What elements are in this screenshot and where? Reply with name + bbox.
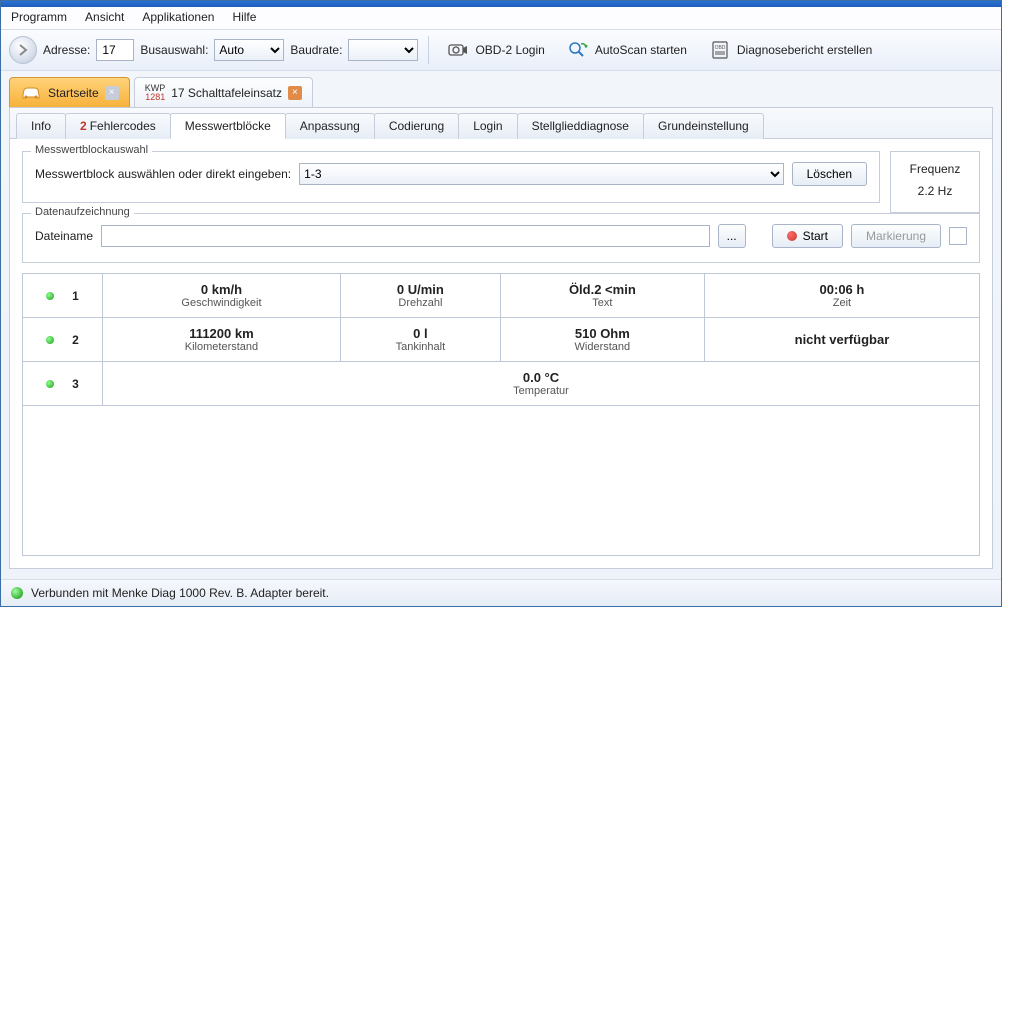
status-text: Verbunden mit Menke Diag 1000 Rev. B. Ad…: [31, 586, 329, 600]
tab-ecu[interactable]: KWP 1281 17 Schalttafeleinsatz ×: [134, 77, 313, 107]
cell-zeit: 00:06 hZeit: [704, 274, 979, 318]
dateiname-input[interactable]: [101, 225, 710, 247]
start-button[interactable]: Start: [772, 224, 843, 248]
subtab-fehlercodes[interactable]: 2Fehlercodes: [65, 113, 171, 139]
diagnose-report-label: Diagnosebericht erstellen: [737, 43, 872, 57]
mwb-label: Messwertblock auswählen oder direkt eing…: [35, 167, 291, 181]
app-window: Programm Ansicht Applikationen Hilfe Adr…: [0, 0, 1002, 607]
frequenz-box: Frequenz 2.2 Hz: [890, 151, 980, 213]
connection-status-icon: [11, 587, 23, 599]
magnifier-icon: [567, 40, 589, 60]
mwb-legend: Messwertblockauswahl: [31, 144, 152, 156]
status-dot-icon: [46, 336, 54, 344]
mwb-select-fieldset: Messwertblockauswahl Messwertblock auswä…: [22, 151, 880, 203]
obd-login-label: OBD-2 Login: [475, 43, 544, 57]
subtab-stellglied[interactable]: Stellglieddiagnose: [517, 113, 644, 139]
statusbar: Verbunden mit Menke Diag 1000 Rev. B. Ad…: [1, 579, 1001, 606]
cell-text: Öld.2 <minText: [500, 274, 704, 318]
subtab-codierung[interactable]: Codierung: [374, 113, 459, 139]
table-row: 3 0.0 °CTemperatur: [23, 362, 980, 406]
messwert-pane: Messwertblockauswahl Messwertblock auswä…: [10, 139, 992, 568]
ecu-panel: Info 2Fehlercodes Messwertblöcke Anpassu…: [9, 107, 993, 569]
obd-login-button[interactable]: OBD-2 Login: [439, 36, 552, 64]
menu-applikationen[interactable]: Applikationen: [142, 10, 214, 24]
status-dot-icon: [46, 380, 54, 388]
row-index-cell: 2: [23, 318, 103, 362]
adresse-input[interactable]: [96, 39, 134, 61]
busauswahl-label: Busauswahl:: [140, 43, 208, 57]
top-tabs: Startseite × KWP 1281 17 Schalttafeleins…: [9, 77, 993, 107]
svg-text:OBD: OBD: [714, 45, 725, 51]
menu-ansicht[interactable]: Ansicht: [85, 10, 124, 24]
frequenz-legend: Frequenz: [903, 162, 967, 176]
menu-programm[interactable]: Programm: [11, 10, 67, 24]
recording-fieldset: Datenaufzeichnung Dateiname ... Start Ma…: [22, 213, 980, 263]
loeschen-button[interactable]: Löschen: [792, 162, 867, 186]
cell-temperatur: 0.0 °CTemperatur: [103, 362, 980, 406]
mwb-select[interactable]: 1-3: [299, 163, 783, 185]
cell-kilometerstand: 111200 kmKilometerstand: [103, 318, 341, 362]
table-row: 2 111200 kmKilometerstand 0 lTankinhalt …: [23, 318, 980, 362]
adresse-label: Adresse:: [43, 43, 90, 57]
close-icon[interactable]: ×: [105, 86, 119, 100]
diagnose-report-button[interactable]: OBD Diagnosebericht erstellen: [701, 36, 880, 64]
row-index-cell: 1: [23, 274, 103, 318]
record-icon: [787, 231, 797, 241]
status-dot-icon: [46, 292, 54, 300]
subtab-grundeinstellung[interactable]: Grundeinstellung: [643, 113, 764, 139]
dateiname-label: Dateiname: [35, 229, 93, 243]
frequenz-value: 2.2 Hz: [903, 184, 967, 198]
busauswahl-select[interactable]: Auto: [214, 39, 284, 61]
markierung-button[interactable]: Markierung: [851, 224, 941, 248]
row-index-cell: 3: [23, 362, 103, 406]
toolbar: Adresse: Busauswahl: Auto Baudrate: OBD-…: [1, 30, 1001, 71]
separator: [428, 36, 429, 64]
cell-tankinhalt: 0 lTankinhalt: [340, 318, 500, 362]
close-icon[interactable]: ×: [288, 86, 302, 100]
cell-nicht-verfuegbar: nicht verfügbar: [704, 318, 979, 362]
autoscan-button[interactable]: AutoScan starten: [559, 36, 695, 64]
autoscan-label: AutoScan starten: [595, 43, 687, 57]
camera-icon: [447, 40, 469, 60]
subtab-info[interactable]: Info: [16, 113, 66, 139]
subtab-anpassung[interactable]: Anpassung: [285, 113, 375, 139]
empty-area: [22, 406, 980, 556]
subtab-messwertbloecke[interactable]: Messwertblöcke: [170, 113, 286, 139]
subtab-login[interactable]: Login: [458, 113, 517, 139]
tab-ecu-protocol: KWP 1281: [145, 84, 166, 102]
nav-forward-button[interactable]: [9, 36, 37, 64]
baudrate-label: Baudrate:: [290, 43, 342, 57]
cell-widerstand: 510 OhmWiderstand: [500, 318, 704, 362]
cell-drehzahl: 0 U/minDrehzahl: [340, 274, 500, 318]
tab-startseite[interactable]: Startseite ×: [9, 77, 130, 107]
content-area: Startseite × KWP 1281 17 Schalttafeleins…: [1, 71, 1001, 579]
cell-geschwindigkeit: 0 km/hGeschwindigkeit: [103, 274, 341, 318]
baudrate-select[interactable]: [348, 39, 418, 61]
table-row: 1 0 km/hGeschwindigkeit 0 U/minDrehzahl …: [23, 274, 980, 318]
tab-ecu-label: 17 Schalttafeleinsatz: [171, 86, 282, 100]
browse-button[interactable]: ...: [718, 224, 746, 248]
data-table: 1 0 km/hGeschwindigkeit 0 U/minDrehzahl …: [22, 273, 980, 406]
menubar: Programm Ansicht Applikationen Hilfe: [1, 7, 1001, 30]
car-icon: [20, 83, 42, 103]
markierung-checkbox[interactable]: [949, 227, 967, 245]
subtabs: Info 2Fehlercodes Messwertblöcke Anpassu…: [10, 108, 992, 139]
menu-hilfe[interactable]: Hilfe: [232, 10, 256, 24]
recording-legend: Datenaufzeichnung: [31, 206, 134, 218]
report-icon: OBD: [709, 40, 731, 60]
tab-startseite-label: Startseite: [48, 86, 99, 100]
